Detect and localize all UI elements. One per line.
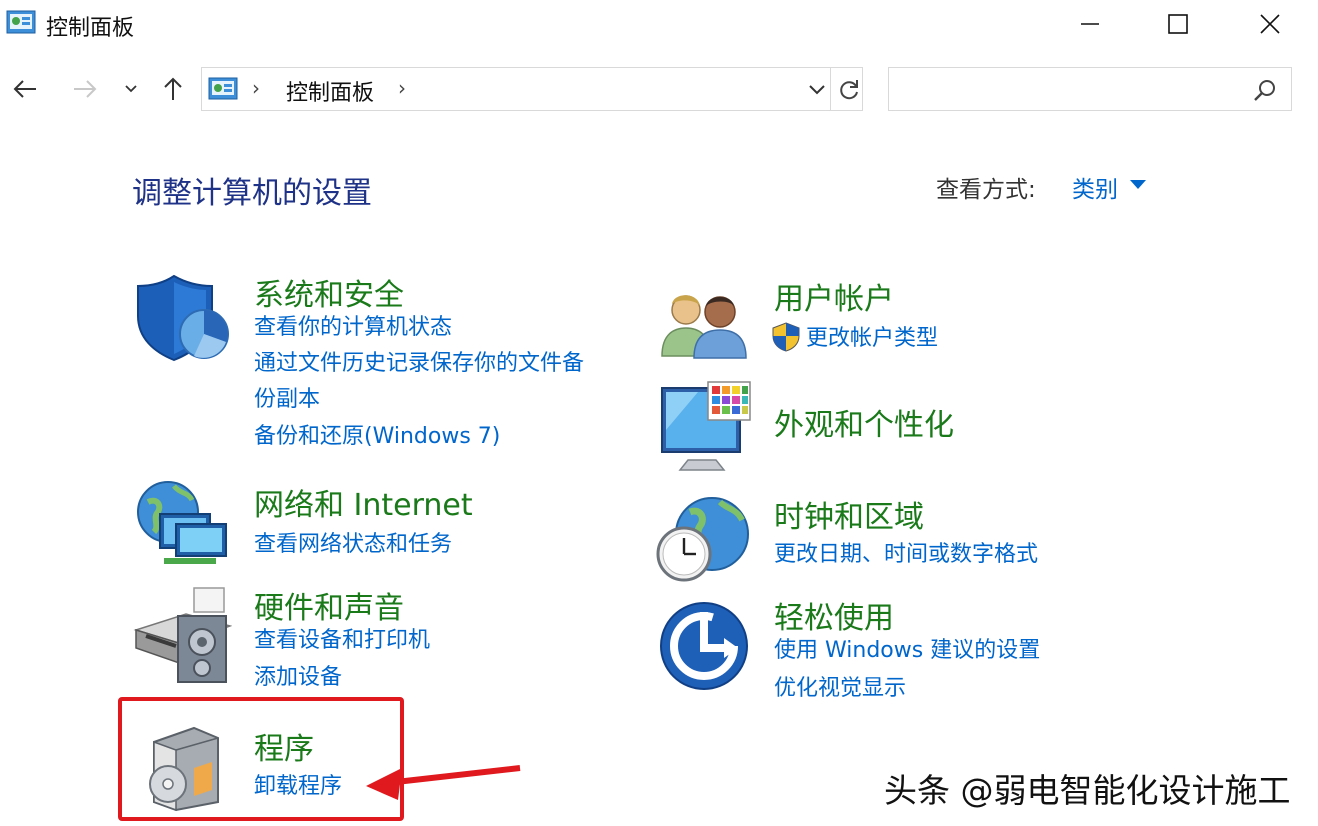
arrow-left-icon bbox=[13, 80, 36, 98]
window-title: 控制面板 bbox=[46, 16, 135, 41]
link-change-date-time-format[interactable]: 更改日期、时间或数字格式 bbox=[774, 537, 1038, 573]
link-file-history[interactable]: 通过文件历史记录保存你的文件备 bbox=[254, 346, 584, 382]
red-arrow-annotation bbox=[366, 765, 521, 800]
minimize-icon bbox=[1081, 23, 1099, 25]
up-button[interactable] bbox=[158, 72, 188, 106]
link-windows-recommended-settings[interactable]: 使用 Windows 建议的设置 bbox=[774, 633, 1040, 669]
divider bbox=[830, 68, 831, 110]
link-uninstall-program[interactable]: 卸载程序 bbox=[254, 769, 342, 805]
close-button[interactable] bbox=[1224, 0, 1316, 48]
address-bar[interactable]: › 控制面板 › bbox=[201, 67, 863, 111]
control-panel-icon bbox=[208, 77, 238, 100]
clock-globe-icon[interactable] bbox=[654, 494, 754, 586]
programs-disc-icon[interactable] bbox=[146, 724, 226, 812]
caret-down-icon[interactable] bbox=[1130, 180, 1146, 189]
shield-icon[interactable] bbox=[136, 272, 232, 364]
network-globe-icon[interactable] bbox=[134, 478, 230, 570]
link-backup-restore[interactable]: 备份和还原(Windows 7) bbox=[254, 419, 500, 455]
category-network-internet[interactable]: 网络和 Internet bbox=[254, 480, 473, 524]
maximize-button[interactable] bbox=[1132, 0, 1224, 48]
printer-speaker-icon[interactable] bbox=[132, 586, 232, 686]
users-icon[interactable] bbox=[660, 288, 750, 360]
maximize-icon bbox=[1168, 14, 1188, 34]
category-hardware-sound[interactable]: 硬件和声音 bbox=[254, 583, 404, 627]
chevron-right-icon[interactable]: › bbox=[398, 76, 406, 100]
page-title: 调整计算机的设置 bbox=[132, 176, 372, 211]
link-network-status[interactable]: 查看网络状态和任务 bbox=[254, 527, 452, 563]
back-button[interactable] bbox=[10, 72, 40, 106]
ease-of-access-icon[interactable] bbox=[658, 600, 750, 692]
link-view-computer-status[interactable]: 查看你的计算机状态 bbox=[254, 310, 452, 346]
category-system-security[interactable]: 系统和安全 bbox=[254, 270, 404, 314]
link-add-device[interactable]: 添加设备 bbox=[254, 660, 342, 696]
chevron-down-icon bbox=[125, 85, 137, 93]
control-panel-icon bbox=[6, 10, 36, 34]
link-change-account-type[interactable]: 更改帐户类型 bbox=[806, 321, 938, 357]
category-clock-region[interactable]: 时钟和区域 bbox=[774, 492, 924, 536]
title-bar: 控制面板 bbox=[0, 0, 1318, 50]
chevron-down-icon[interactable] bbox=[806, 78, 828, 100]
forward-button[interactable] bbox=[70, 72, 100, 106]
uac-shield-icon bbox=[772, 322, 800, 352]
arrow-up-icon bbox=[164, 77, 182, 100]
refresh-icon[interactable] bbox=[836, 77, 862, 103]
link-file-history-cont[interactable]: 份副本 bbox=[254, 382, 320, 418]
watermark-text: 头条 @弱电智能化设计施工 bbox=[884, 771, 1291, 810]
chevron-right-icon: › bbox=[252, 76, 260, 100]
view-by-dropdown[interactable]: 类别 bbox=[1072, 170, 1118, 204]
recent-locations-button[interactable] bbox=[118, 72, 144, 106]
minimize-button[interactable] bbox=[1044, 0, 1136, 48]
category-programs[interactable]: 程序 bbox=[254, 724, 314, 768]
link-optimize-visual-display[interactable]: 优化视觉显示 bbox=[774, 671, 906, 707]
breadcrumb-control-panel[interactable]: 控制面板 bbox=[286, 75, 374, 107]
search-input[interactable] bbox=[888, 67, 1292, 111]
category-appearance[interactable]: 外观和个性化 bbox=[774, 400, 954, 444]
category-ease-of-access[interactable]: 轻松使用 bbox=[774, 593, 894, 637]
search-icon bbox=[1254, 80, 1275, 101]
arrow-right-icon bbox=[74, 80, 97, 98]
link-devices-printers[interactable]: 查看设备和打印机 bbox=[254, 623, 430, 659]
category-user-accounts[interactable]: 用户帐户 bbox=[774, 274, 894, 318]
view-by-label: 查看方式: bbox=[936, 177, 1036, 203]
appearance-monitor-icon[interactable] bbox=[658, 380, 754, 476]
close-icon bbox=[1260, 14, 1280, 34]
